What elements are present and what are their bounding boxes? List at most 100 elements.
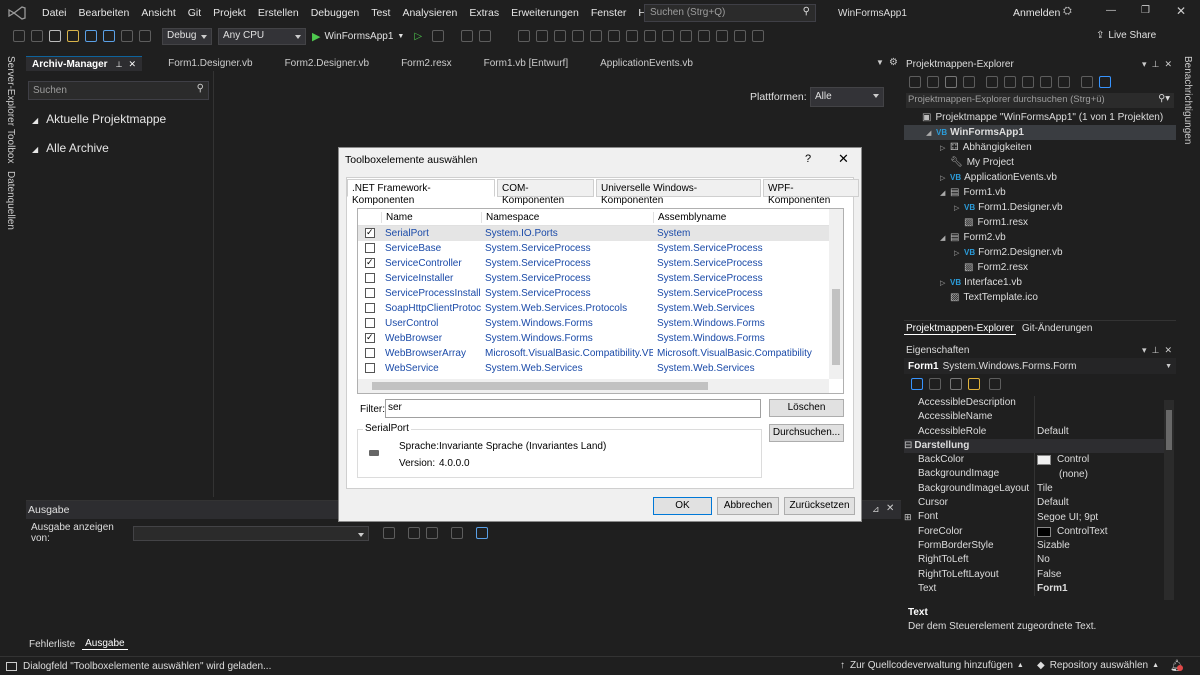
- component-checkbox[interactable]: [365, 348, 375, 358]
- tree-item[interactable]: ▷ VB Interface1.vb: [904, 275, 1176, 290]
- platform-filter-combo[interactable]: Alle: [810, 87, 884, 107]
- panel-menu-icon[interactable]: ▾: [1142, 345, 1147, 355]
- component-row[interactable]: ServiceController System.ServiceProcess Sy…: [358, 255, 843, 271]
- search-input[interactable]: Suchen (Strg+Q) ⚲: [644, 4, 816, 22]
- doc-tab[interactable]: Form1.vb [Entwurf]: [478, 56, 574, 71]
- layout-icon[interactable]: [479, 30, 492, 42]
- minimize-button[interactable]: —: [1106, 5, 1116, 16]
- property-category[interactable]: ⊟ Darstellung: [904, 438, 1166, 454]
- spacing-icon[interactable]: [698, 30, 711, 42]
- forward-icon[interactable]: [927, 76, 939, 88]
- property-row[interactable]: RightToLeft No: [904, 553, 1166, 568]
- component-row[interactable]: SerialPort System.IO.Ports System: [358, 225, 843, 241]
- events-icon[interactable]: [968, 378, 980, 390]
- collapsed-icon[interactable]: ▷: [954, 246, 964, 261]
- menu-git[interactable]: Git: [182, 0, 207, 26]
- categorized-icon[interactable]: [911, 378, 923, 390]
- same-size-icon[interactable]: [662, 30, 675, 42]
- close-panel-icon[interactable]: ✕: [1164, 59, 1172, 69]
- archive-item-current[interactable]: ◢ Aktuelle Projektmappe: [26, 112, 213, 126]
- close-window-button[interactable]: ✕: [1176, 4, 1186, 18]
- property-row[interactable]: BackColor Control: [904, 453, 1166, 468]
- redo-icon[interactable]: [139, 30, 151, 42]
- filter-input[interactable]: ser: [385, 399, 761, 418]
- property-value[interactable]: False: [1034, 567, 1166, 582]
- property-row[interactable]: ⊞ Font Segoe UI; 9pt: [904, 510, 1166, 525]
- property-value[interactable]: ControlText: [1034, 524, 1166, 539]
- server-explorer-tab[interactable]: Server-Explorer: [5, 56, 16, 126]
- back-icon[interactable]: [909, 76, 921, 88]
- component-checkbox[interactable]: [365, 273, 375, 283]
- property-pages-icon[interactable]: [989, 378, 1001, 390]
- tab-settings-icon[interactable]: ⚙: [889, 57, 898, 68]
- menu-bearbeiten[interactable]: Bearbeiten: [73, 0, 136, 26]
- menu-ansicht[interactable]: Ansicht: [135, 0, 181, 26]
- error-list-tab[interactable]: Fehlerliste: [26, 639, 78, 650]
- live-share-button[interactable]: ⇪ Live Share: [1096, 30, 1156, 41]
- close-panel-icon[interactable]: ✕: [1164, 345, 1172, 355]
- collapsed-icon[interactable]: ▷: [940, 171, 950, 186]
- component-row[interactable]: ServiceInstaller System.ServiceProcess Sys…: [358, 271, 843, 286]
- align-left-icon[interactable]: [518, 30, 531, 42]
- component-row[interactable]: WebBrowserArray Microsoft.VisualBasic.Com…: [358, 346, 843, 361]
- output-nav-icon[interactable]: [383, 527, 395, 539]
- repository-button[interactable]: ◆ Repository auswählen ▲: [1037, 660, 1159, 671]
- sync-icon[interactable]: [1004, 76, 1016, 88]
- preview-icon[interactable]: [1058, 76, 1070, 88]
- doc-tab[interactable]: Archiv-Manager ⊥ ✕: [26, 56, 143, 71]
- tree-item[interactable]: ▧ Form1.resx: [904, 215, 1176, 230]
- menu-erstellen[interactable]: Erstellen: [252, 0, 305, 26]
- same-width-icon[interactable]: [626, 30, 639, 42]
- clear-filter-button[interactable]: Löschen: [769, 399, 844, 417]
- pin-icon[interactable]: ⊥: [1152, 59, 1160, 69]
- expanded-icon[interactable]: ◢: [926, 126, 936, 141]
- component-row[interactable]: UserControl System.Windows.Forms System.Wi…: [358, 316, 843, 331]
- menu-test[interactable]: Test: [365, 0, 396, 26]
- property-value[interactable]: [1034, 410, 1166, 425]
- col-namespace[interactable]: Namespace: [481, 211, 653, 223]
- account-icon[interactable]: ⛭: [1063, 5, 1072, 18]
- property-value[interactable]: Tile: [1034, 481, 1166, 497]
- cancel-button[interactable]: Abbrechen: [717, 497, 779, 515]
- close-tab-icon[interactable]: ✕: [129, 58, 137, 71]
- tree-item[interactable]: ◢ ▤ Form1.vb: [904, 185, 1176, 200]
- tree-item[interactable]: ◢ VB WinFormsApp1: [904, 125, 1176, 140]
- output-wrap-icon[interactable]: [451, 527, 463, 539]
- doc-tab[interactable]: ApplicationEvents.vb: [594, 56, 699, 71]
- property-value[interactable]: Sizable: [1034, 538, 1166, 554]
- component-checkbox[interactable]: [365, 330, 375, 345]
- output-find-icon[interactable]: [408, 527, 420, 539]
- archive-search-input[interactable]: Suchen ⚲: [28, 81, 209, 100]
- property-value[interactable]: Control: [1034, 453, 1166, 468]
- tree-item[interactable]: ▷ VB Form2.Designer.vb: [904, 245, 1176, 260]
- component-checkbox[interactable]: [365, 255, 375, 270]
- start-without-debug-icon[interactable]: ▷: [414, 31, 422, 42]
- tree-item[interactable]: ▷ ⚃ Abhängigkeiten: [904, 140, 1176, 155]
- pin-icon[interactable]: ⊥: [1152, 345, 1160, 355]
- git-changes-tab[interactable]: Git-Änderungen: [1016, 323, 1099, 334]
- solution-explorer-tab[interactable]: Projektmappen-Explorer: [904, 323, 1016, 335]
- property-value[interactable]: Default: [1034, 496, 1166, 511]
- property-row[interactable]: AccessibleRole Default: [904, 424, 1166, 439]
- history-icon[interactable]: [986, 76, 998, 88]
- property-row[interactable]: Cursor Default: [904, 496, 1166, 511]
- component-tab[interactable]: Universelle Windows-Komponenten: [596, 179, 762, 206]
- grid-hscroll[interactable]: [358, 379, 829, 393]
- property-value[interactable]: (none): [1034, 467, 1166, 482]
- tree-item[interactable]: ◢ ▤ Form2.vb: [904, 230, 1176, 245]
- properties-view-icon[interactable]: [950, 378, 962, 390]
- nav-forward-icon[interactable]: [31, 30, 43, 42]
- property-row[interactable]: AccessibleName: [904, 410, 1166, 425]
- col-assembly[interactable]: Assemblyname: [653, 211, 827, 223]
- source-control-button[interactable]: ↑ Zur Quellcodeverwaltung hinzufügen ▲: [840, 660, 1024, 671]
- alphabetical-icon[interactable]: [929, 378, 941, 390]
- property-row[interactable]: Text Form1: [904, 581, 1166, 597]
- pin-icon[interactable]: ⊥: [116, 58, 123, 71]
- component-row[interactable]: WebBrowser System.Windows.Forms System.Win…: [358, 330, 843, 346]
- dialog-close-button[interactable]: ✕: [838, 151, 849, 167]
- property-value[interactable]: No: [1034, 553, 1166, 568]
- tab-overflow-icon[interactable]: ▼: [876, 58, 884, 67]
- property-row[interactable]: BackgroundImage (none): [904, 467, 1166, 482]
- toolbox-tab[interactable]: Toolbox: [5, 129, 16, 163]
- component-checkbox[interactable]: [365, 303, 375, 313]
